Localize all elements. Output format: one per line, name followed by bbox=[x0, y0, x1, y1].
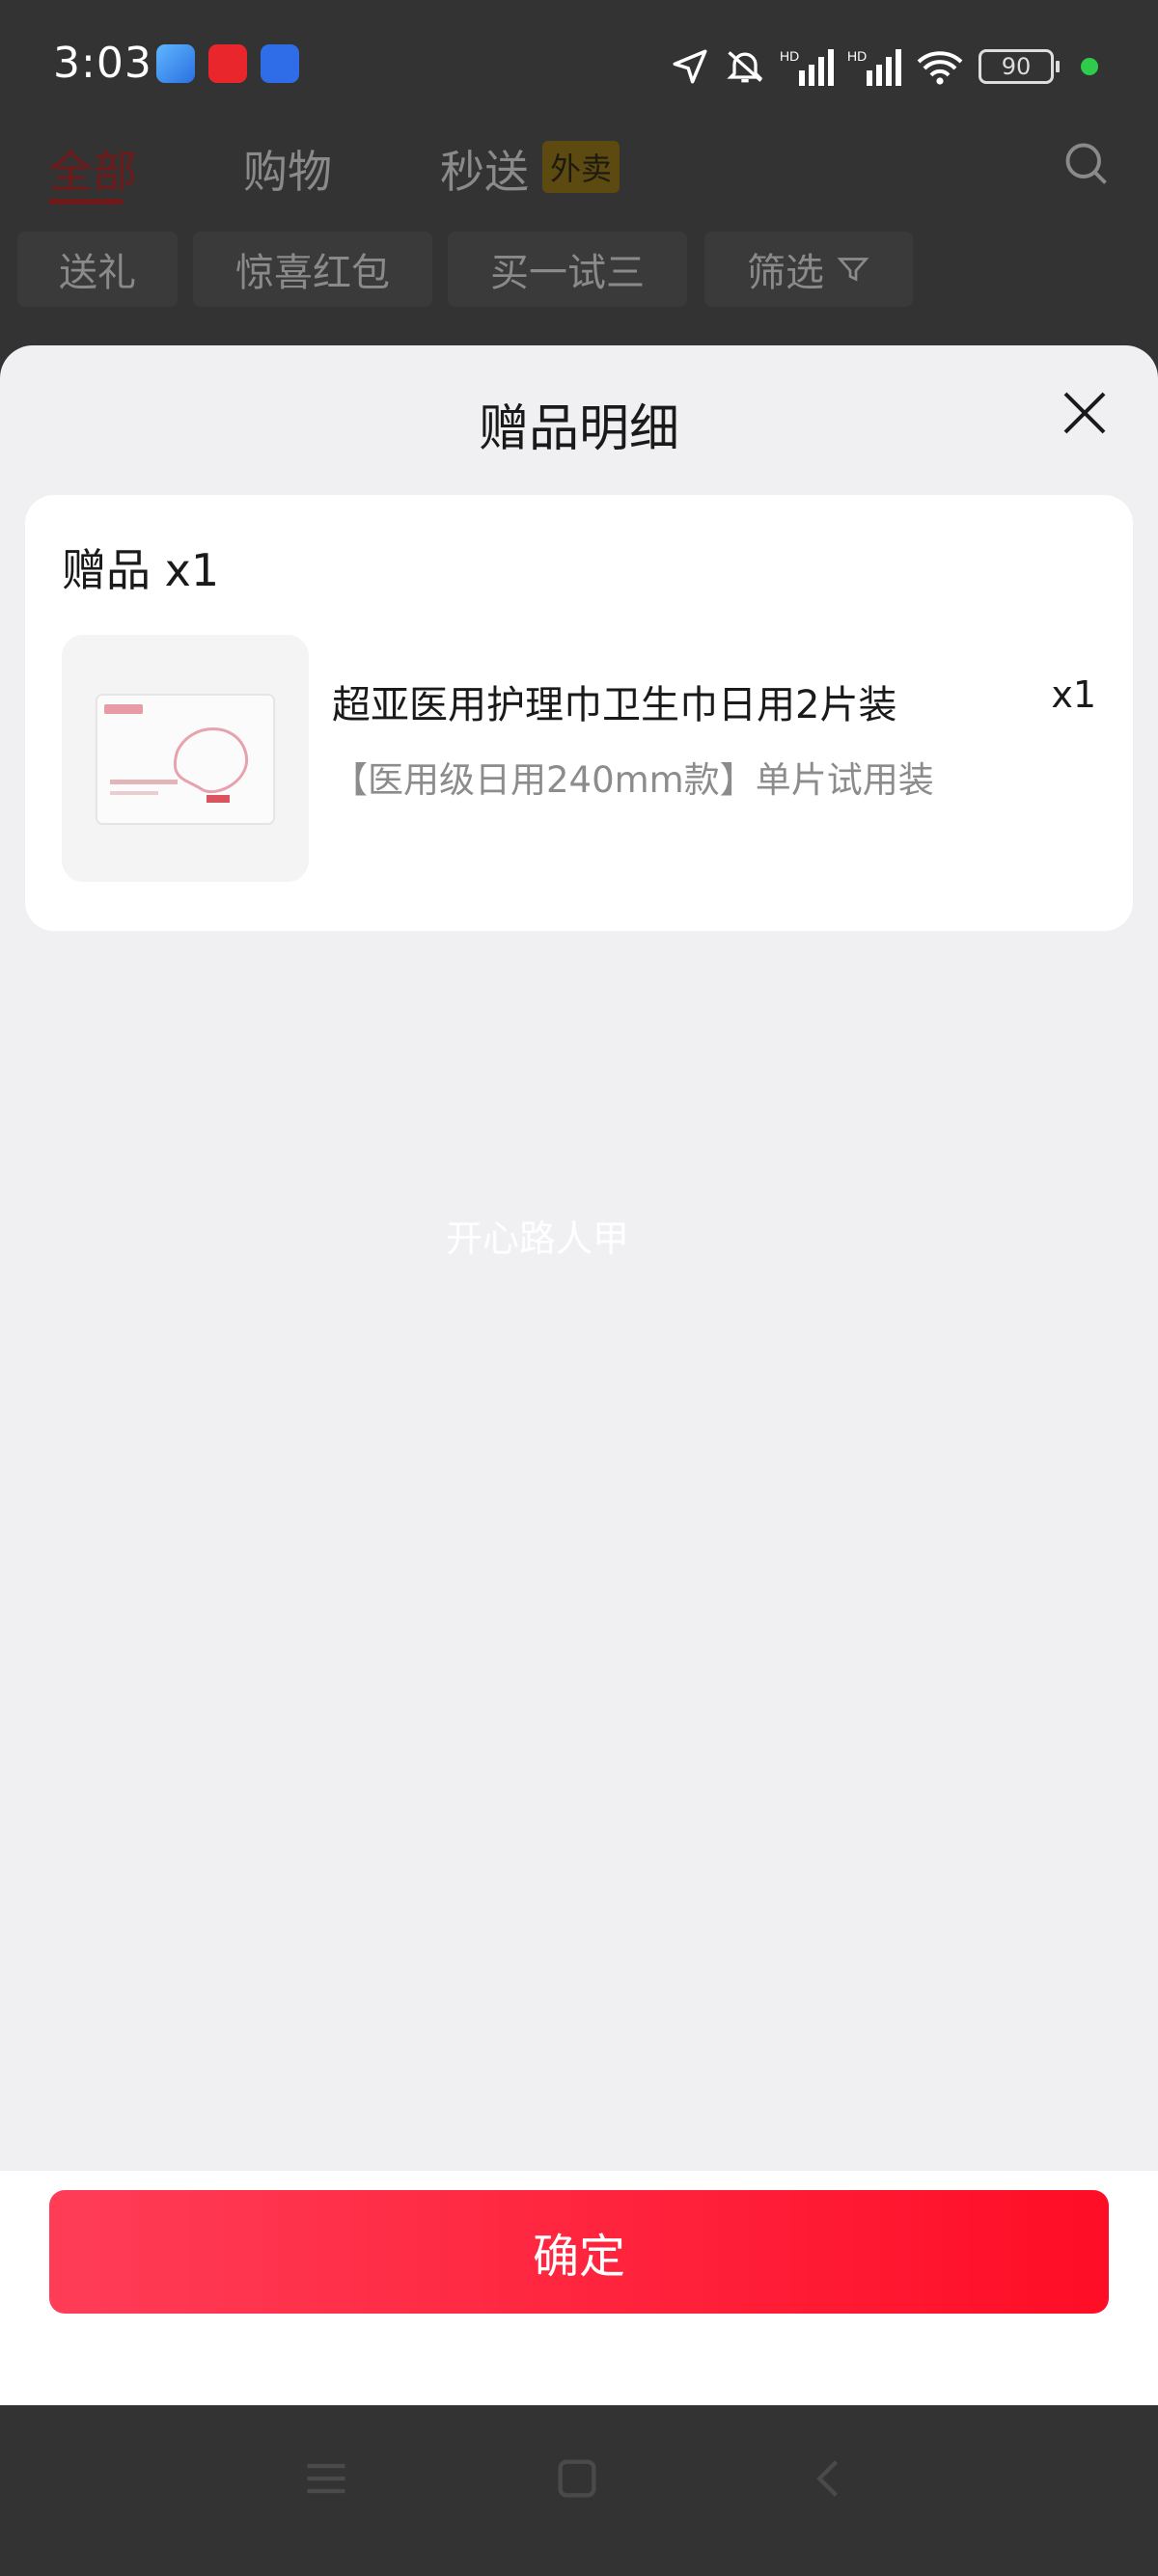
wifi-icon bbox=[917, 51, 963, 85]
chip-filter: 筛选 bbox=[704, 232, 913, 307]
signal-2-icon: HD bbox=[847, 48, 901, 86]
tab-express: 秒送 bbox=[440, 146, 529, 198]
takeout-badge: 外卖 bbox=[542, 141, 620, 193]
pad-package-image bbox=[96, 694, 275, 825]
search-icon bbox=[1065, 143, 1107, 184]
battery-level: 90 bbox=[1001, 53, 1032, 80]
close-icon[interactable] bbox=[1056, 384, 1114, 442]
mute-bell-icon bbox=[727, 51, 763, 83]
chip-gift-label: 送礼 bbox=[59, 251, 136, 295]
battery-icon: 90 bbox=[979, 49, 1060, 84]
filter-icon bbox=[837, 258, 869, 282]
gift-item-spec: 【医用级日用240mm款】单片试用装 bbox=[332, 759, 934, 801]
chip-red-packet-label: 惊喜红包 bbox=[235, 251, 390, 295]
signal-1-icon: HD bbox=[780, 48, 834, 86]
gift-count-header: 赠品 x1 bbox=[62, 544, 220, 596]
tab-shopping: 购物 bbox=[243, 146, 332, 198]
privacy-dot bbox=[1081, 58, 1098, 75]
tab-all: 全部 bbox=[48, 146, 137, 198]
red-app-icon bbox=[208, 44, 247, 83]
watermark-text: 开心路人甲 bbox=[446, 1218, 630, 1260]
gift-card: 赠品 x1 超亚医用护理巾卫生巾日用2片装 x1 【医用级日用240mm款】单片… bbox=[25, 495, 1133, 931]
gift-item-quantity: x1 bbox=[1051, 673, 1096, 716]
status-time: 3:03 bbox=[53, 39, 152, 88]
background-tabs: 全部 购物 秒送 外卖 bbox=[0, 125, 1158, 222]
gift-item-name: 超亚医用护理巾卫生巾日用2片装 bbox=[332, 683, 897, 727]
background-filter-chips: 送礼 惊喜红包 买一试三 筛选 bbox=[0, 232, 1158, 309]
tab-underline bbox=[48, 199, 124, 205]
svg-text:HD: HD bbox=[847, 48, 867, 64]
product-thumbnail bbox=[62, 635, 309, 882]
system-nav-bar bbox=[0, 2405, 1158, 2576]
chip-red-packet: 惊喜红包 bbox=[193, 232, 432, 307]
home-icon[interactable] bbox=[552, 2453, 602, 2504]
chip-buy-one-label: 买一试三 bbox=[490, 251, 645, 295]
status-bar: 3:03 HD HD 90 bbox=[0, 0, 1158, 125]
menu-icon[interactable] bbox=[301, 2453, 351, 2504]
svg-text:HD: HD bbox=[780, 48, 799, 64]
chip-gift: 送礼 bbox=[17, 232, 178, 307]
chip-filter-label: 筛选 bbox=[747, 251, 824, 295]
browser-app-icon bbox=[156, 44, 195, 83]
gift-detail-sheet: 赠品明细 赠品 x1 超亚医用护理巾卫生巾日用2片装 x1 【医用级日用240m… bbox=[0, 345, 1158, 2405]
sheet-footer: 确定 bbox=[0, 2171, 1158, 2405]
blue-app-icon bbox=[261, 44, 299, 83]
confirm-button[interactable]: 确定 bbox=[49, 2190, 1109, 2314]
location-icon bbox=[673, 49, 707, 84]
sheet-title: 赠品明细 bbox=[478, 400, 679, 458]
back-icon[interactable] bbox=[805, 2453, 855, 2504]
chip-buy-one-try-three: 买一试三 bbox=[448, 232, 687, 307]
